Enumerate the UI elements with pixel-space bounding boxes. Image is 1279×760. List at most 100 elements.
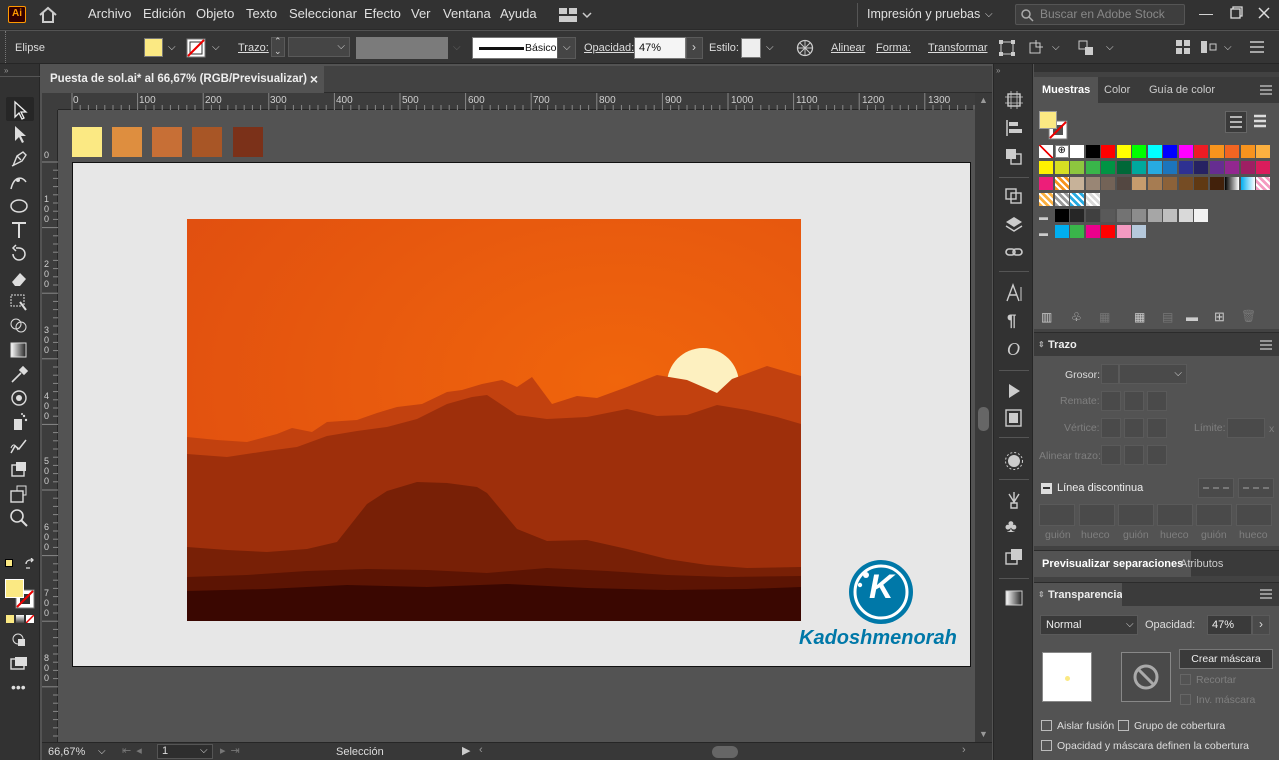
brushes-panel-icon[interactable] — [1004, 491, 1024, 511]
swatch[interactable] — [1178, 209, 1193, 222]
transparency-opacity-expand-icon[interactable]: › — [1252, 615, 1270, 635]
vertical-scrollbar[interactable]: ▲ ▼ — [975, 93, 992, 742]
transform-link[interactable]: Transformar — [928, 42, 988, 54]
screen-mode-icon[interactable] — [8, 654, 30, 674]
shape-link[interactable]: Forma: — [876, 42, 911, 54]
gradient-panel-icon[interactable] — [1004, 589, 1024, 607]
swatch[interactable] — [1101, 145, 1115, 158]
swatch[interactable] — [1085, 177, 1100, 190]
swatch[interactable] — [1256, 161, 1270, 174]
new-color-group-icon[interactable]: ▦ — [1134, 310, 1145, 324]
swatches-fill-indicator[interactable] — [1039, 111, 1057, 129]
gap-field-1[interactable] — [1079, 504, 1115, 526]
swatch[interactable] — [1085, 193, 1100, 206]
swatch[interactable] — [1163, 145, 1177, 158]
swatch[interactable] — [1039, 177, 1053, 190]
opacity-label[interactable]: Opacidad: — [584, 42, 634, 54]
default-fill-stroke-icon[interactable] — [5, 559, 13, 567]
swatch[interactable] — [1132, 209, 1146, 222]
stroke-none-swatch[interactable] — [186, 38, 206, 58]
blend-mode-chevron-icon[interactable]: ⌵ — [1126, 619, 1134, 630]
arrange-documents-icon[interactable] — [558, 7, 592, 23]
stroke-weight-stepper[interactable] — [1101, 364, 1119, 384]
swatch[interactable] — [1054, 209, 1069, 222]
menu-ayuda[interactable]: Ayuda — [500, 6, 537, 21]
swatch[interactable] — [1070, 145, 1084, 158]
menu-efecto[interactable]: Efecto — [364, 6, 401, 21]
palette-swatch-1[interactable] — [72, 127, 102, 157]
edit-toolbar-icon[interactable]: ••• — [11, 679, 26, 695]
isolate-icon[interactable] — [1077, 39, 1097, 57]
workspace-chevron-icon[interactable]: ⌵ — [985, 9, 993, 20]
swatch[interactable] — [1225, 161, 1239, 174]
swatch[interactable] — [1116, 209, 1131, 222]
grid-view-icon[interactable] — [1250, 111, 1272, 133]
invert-mask-checkbox[interactable] — [1180, 694, 1191, 705]
swatch[interactable] — [1054, 177, 1069, 190]
palette-swatch-3[interactable] — [152, 127, 182, 157]
swatch-folder-icon[interactable]: ▬ — [1039, 209, 1053, 222]
pen-tool-icon[interactable] — [8, 148, 30, 168]
opentype-panel-icon[interactable]: O — [1007, 339, 1020, 360]
sunset-artwork[interactable] — [187, 219, 801, 621]
dash-preserve-button[interactable] — [1198, 478, 1234, 498]
swatch[interactable] — [1178, 177, 1193, 190]
tab-guia-color[interactable]: Guía de color — [1141, 77, 1223, 103]
horizontal-ruler[interactable]: 0 100 200 300 400 500 600 700 800 900 10… — [58, 93, 975, 110]
swatch[interactable] — [1085, 209, 1100, 222]
appearance-panel-icon[interactable] — [1004, 451, 1024, 471]
round-cap-button[interactable] — [1124, 391, 1144, 411]
pathfinder-panel-icon[interactable] — [1004, 147, 1024, 165]
fill-swatch[interactable] — [144, 38, 163, 57]
new-folder-icon[interactable]: ▬ — [1186, 310, 1198, 324]
swatch[interactable] — [1085, 161, 1100, 174]
character-panel-icon[interactable] — [1004, 283, 1024, 303]
clip-checkbox[interactable] — [1180, 674, 1191, 685]
home-icon[interactable] — [38, 6, 58, 24]
swatch[interactable] — [1147, 145, 1162, 158]
swatch[interactable] — [1132, 225, 1146, 238]
swatch[interactable] — [1209, 177, 1224, 190]
ellipse-tool-icon[interactable] — [8, 196, 30, 216]
object-thumbnail[interactable] — [1042, 652, 1092, 702]
swatch[interactable] — [1070, 209, 1084, 222]
swatch[interactable] — [1039, 161, 1053, 174]
scroll-left-icon[interactable]: ‹ — [479, 744, 483, 756]
swatch[interactable] — [1101, 161, 1115, 174]
collapse-panels-icon[interactable]: » — [996, 66, 1000, 75]
free-transform-tool-icon[interactable] — [8, 292, 30, 312]
swatch[interactable] — [1178, 145, 1193, 158]
menu-ventana[interactable]: Ventana — [443, 6, 491, 21]
swatch[interactable] — [1070, 193, 1084, 206]
delete-swatch-icon[interactable]: 🗑 — [1241, 309, 1256, 323]
align-inside-button[interactable] — [1124, 445, 1144, 465]
graphic-styles-panel-icon[interactable] — [1004, 548, 1024, 566]
none-mode-icon[interactable] — [26, 615, 34, 623]
swatch[interactable] — [1132, 177, 1146, 190]
miter-join-button[interactable] — [1101, 418, 1121, 438]
swatch-libraries-icon[interactable]: ▥ — [1041, 310, 1052, 324]
opacity-input[interactable]: 47% — [634, 37, 686, 59]
swatch[interactable]: ⊕ — [1054, 145, 1069, 158]
menu-archivo[interactable]: Archivo — [88, 6, 131, 21]
edit-color-group-icon[interactable]: ▤ — [1162, 310, 1173, 324]
swatch[interactable] — [1070, 225, 1084, 238]
align-link[interactable]: Alinear — [831, 42, 865, 54]
stroke-panel-toggle-icon[interactable]: ⇕ — [1038, 333, 1045, 357]
artboard-dropdown-icon[interactable]: ⌵ — [200, 745, 208, 756]
color-mode-icon[interactable] — [6, 615, 14, 623]
vertical-scroll-thumb[interactable] — [978, 407, 989, 431]
gradient-tool-icon[interactable] — [8, 340, 30, 360]
new-swatch-icon[interactable]: ⊞ — [1214, 309, 1225, 325]
stroke-panel-menu-icon[interactable] — [1259, 339, 1273, 351]
zoom-dropdown-icon[interactable]: ⌵ — [98, 746, 106, 757]
knockout-group-checkbox[interactable] — [1118, 720, 1129, 731]
swatch[interactable] — [1054, 193, 1069, 206]
transparency-toggle-icon[interactable]: ⇕ — [1038, 583, 1045, 607]
dash-align-corners-button[interactable] — [1238, 478, 1274, 498]
swatch[interactable] — [1132, 145, 1146, 158]
style-dropdown-icon[interactable]: ⌵ — [766, 42, 774, 53]
swatch[interactable] — [1240, 177, 1255, 190]
align-center-button[interactable] — [1101, 445, 1121, 465]
swatch[interactable] — [1178, 161, 1193, 174]
